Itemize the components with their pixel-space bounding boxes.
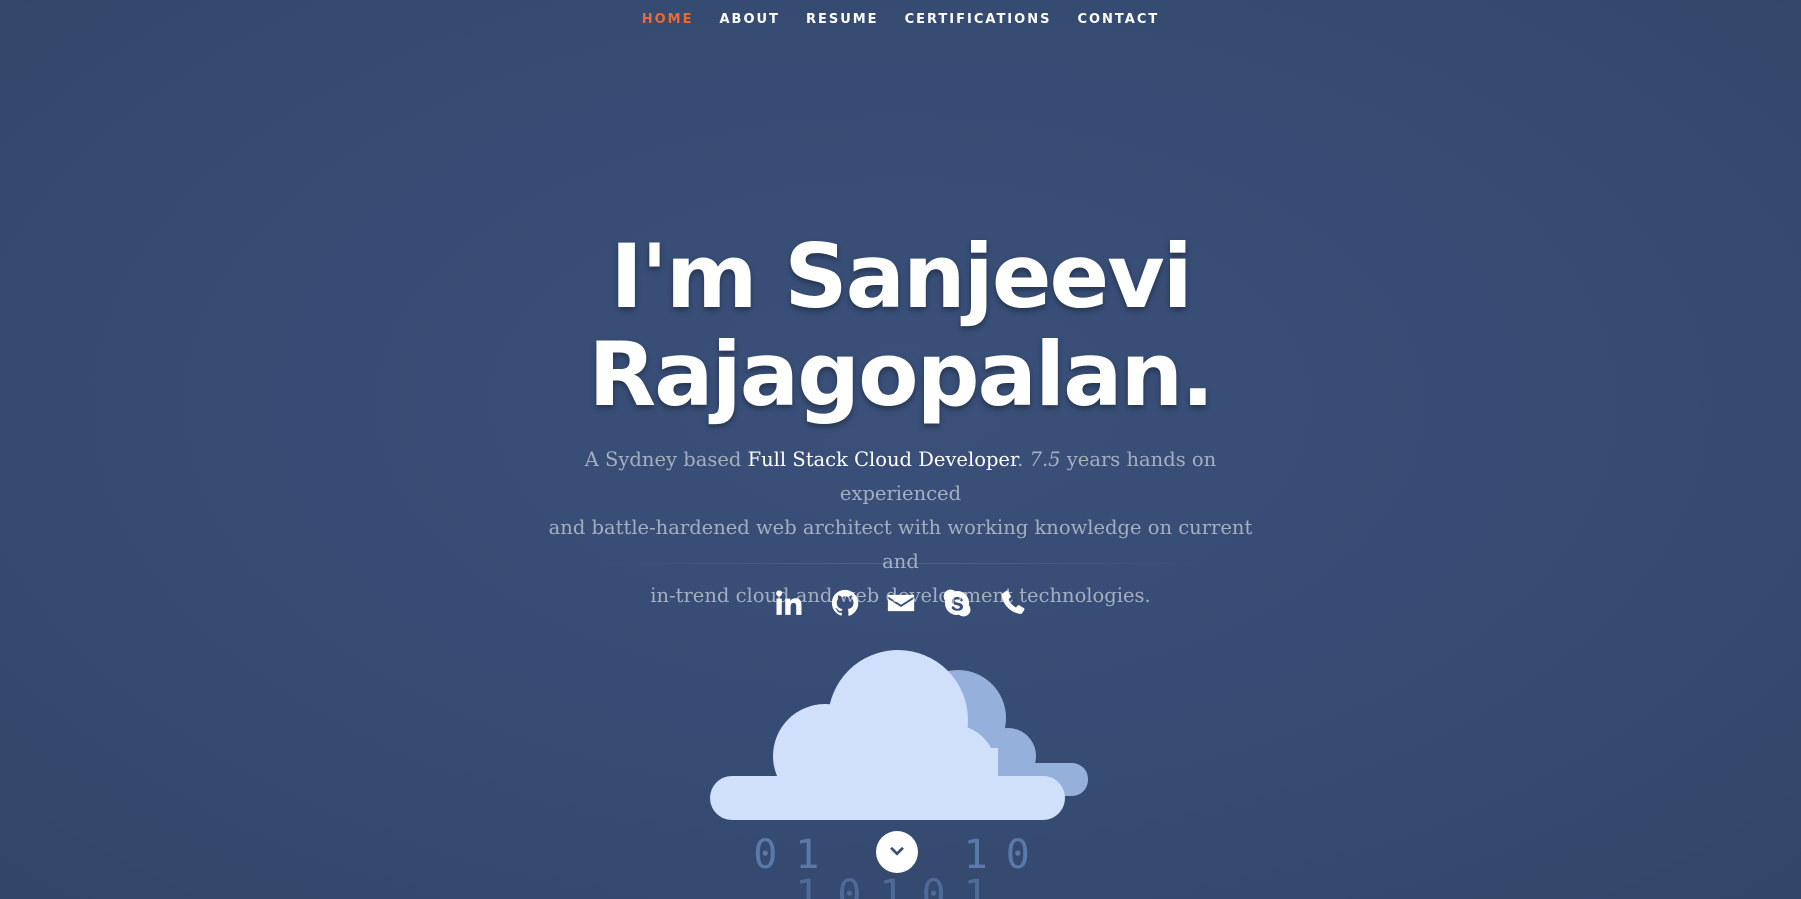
desc-role: Full Stack Cloud Developer bbox=[747, 448, 1018, 471]
nav-item-home[interactable]: HOME bbox=[629, 0, 707, 40]
page: HOME ABOUT RESUME CERTIFICATIONS CONTACT… bbox=[0, 0, 1801, 899]
chevron-down-icon bbox=[886, 841, 908, 863]
skype-link[interactable] bbox=[941, 585, 973, 621]
phone-icon bbox=[998, 588, 1028, 618]
divider bbox=[590, 563, 1211, 564]
desc-rest-2: and battle-hardened web architect with w… bbox=[548, 516, 1253, 573]
github-link[interactable] bbox=[829, 585, 861, 621]
hero-title-line1: I'm Sanjeevi bbox=[610, 225, 1192, 328]
nav-item-resume[interactable]: RESUME bbox=[793, 0, 892, 40]
nav-item-about[interactable]: ABOUT bbox=[706, 0, 792, 40]
hero-title: I'm Sanjeevi Rajagopalan. bbox=[0, 228, 1801, 424]
scroll-down-button[interactable] bbox=[876, 831, 918, 873]
github-icon bbox=[830, 588, 860, 618]
hero-title-line2: Rajagopalan. bbox=[588, 323, 1214, 426]
email-link[interactable] bbox=[885, 585, 917, 621]
skype-icon bbox=[942, 588, 972, 618]
main-nav: HOME ABOUT RESUME CERTIFICATIONS CONTACT bbox=[0, 0, 1801, 40]
envelope-icon bbox=[886, 588, 916, 618]
desc-mid: . bbox=[1017, 448, 1030, 471]
linkedin-icon bbox=[774, 588, 804, 618]
social-links bbox=[0, 585, 1801, 621]
desc-prefix: A Sydney based bbox=[584, 448, 748, 471]
linkedin-link[interactable] bbox=[773, 585, 805, 621]
phone-link[interactable] bbox=[997, 585, 1029, 621]
desc-years: 7.5 bbox=[1029, 448, 1061, 471]
binary-row-2: 10101 bbox=[795, 872, 1006, 899]
nav-item-certifications[interactable]: CERTIFICATIONS bbox=[892, 0, 1065, 40]
nav-item-contact[interactable]: CONTACT bbox=[1064, 0, 1172, 40]
cloud-illustration bbox=[710, 650, 1088, 820]
